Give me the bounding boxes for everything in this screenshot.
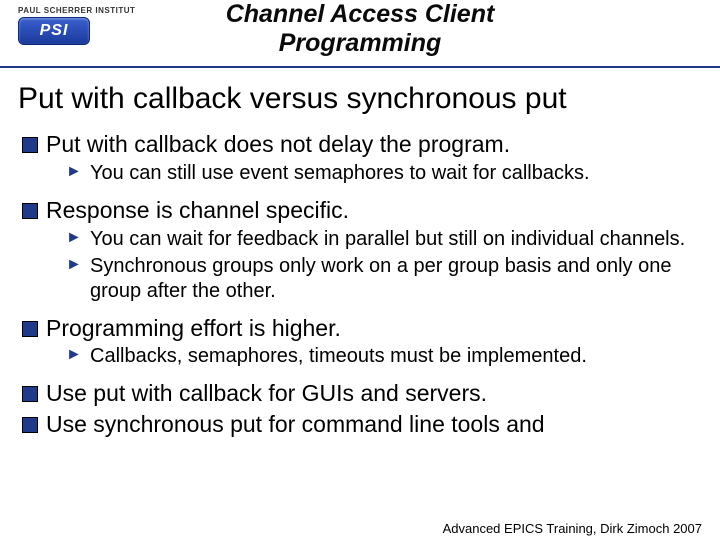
sub-list-item: Synchronous groups only work on a per gr… xyxy=(66,254,702,304)
sub-list-item: Callbacks, semaphores, timeouts must be … xyxy=(66,344,702,369)
institute-name: PAUL SCHERRER INSTITUT xyxy=(18,6,135,15)
slide-footer: Advanced EPICS Training, Dirk Zimoch 200… xyxy=(443,521,702,536)
slide-header: PAUL SCHERRER INSTITUT PSI Channel Acces… xyxy=(0,0,720,68)
bullet-text: Use synchronous put for command line too… xyxy=(46,411,545,437)
list-item: Use synchronous put for command line too… xyxy=(20,410,702,439)
sub-list: You can wait for feedback in parallel bu… xyxy=(46,227,702,304)
bullet-text: Put with callback does not delay the pro… xyxy=(46,131,510,157)
sub-list: Callbacks, semaphores, timeouts must be … xyxy=(46,344,702,369)
sub-list-item: You can wait for feedback in parallel bu… xyxy=(66,227,702,252)
bullet-list: Put with callback does not delay the pro… xyxy=(18,130,702,439)
list-item: Response is channel specific. You can wa… xyxy=(20,196,702,304)
institute-logo: PAUL SCHERRER INSTITUT PSI xyxy=(18,6,135,45)
slide-title: Put with callback versus synchronous put xyxy=(18,82,702,116)
bullet-text: Response is channel specific. xyxy=(46,197,349,223)
slide-content: Put with callback versus synchronous put… xyxy=(0,68,720,439)
sub-list: You can still use event semaphores to wa… xyxy=(46,161,702,186)
list-item: Use put with callback for GUIs and serve… xyxy=(20,379,702,408)
bullet-text: Programming effort is higher. xyxy=(46,315,341,341)
list-item: Programming effort is higher. Callbacks,… xyxy=(20,314,702,370)
psi-logo-icon: PSI xyxy=(18,17,90,45)
bullet-text: Use put with callback for GUIs and serve… xyxy=(46,380,487,406)
sub-list-item: You can still use event semaphores to wa… xyxy=(66,161,702,186)
list-item: Put with callback does not delay the pro… xyxy=(20,130,702,186)
